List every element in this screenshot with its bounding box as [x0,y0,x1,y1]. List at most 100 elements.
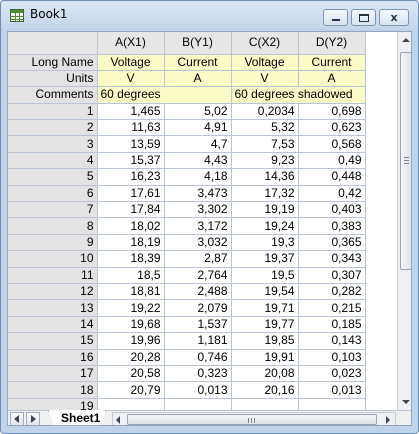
data-cell[interactable]: 0,49 [298,152,366,170]
row-header[interactable]: 3 [8,135,98,153]
data-cell[interactable]: 0,343 [298,250,366,268]
data-cell[interactable]: 0,185 [298,316,366,334]
data-cell[interactable]: 16,23 [97,168,165,186]
data-cell[interactable]: 2,488 [164,283,232,301]
data-cell[interactable]: 0,2034 [231,103,299,121]
data-cell[interactable]: 19,91 [231,349,299,366]
data-cell[interactable]: 2,079 [164,299,232,317]
data-cell[interactable]: 0,215 [298,299,366,317]
select-all-corner[interactable] [8,32,98,55]
data-cell[interactable]: 5,02 [164,103,232,121]
data-cell[interactable]: 4,7 [164,135,232,153]
data-cell[interactable]: 19,19 [231,201,299,219]
data-cell[interactable]: 0,143 [298,332,366,350]
data-cell[interactable]: 9,23 [231,152,299,170]
column-header-b[interactable]: B(Y1) [164,32,232,55]
row-label-units[interactable]: Units [8,70,98,88]
data-cell[interactable]: 0,282 [298,283,366,301]
data-cell[interactable]: 17,84 [97,201,165,219]
data-cell[interactable]: 0,023 [298,365,366,383]
column-header-a[interactable]: A(X1) [97,32,165,55]
row-header[interactable]: 7 [8,201,98,219]
vertical-scrollbar[interactable] [397,32,411,410]
close-button[interactable]: x [379,9,409,26]
row-header[interactable]: 5 [8,168,98,186]
title-bar[interactable]: Book1 x [1,1,418,29]
data-cell[interactable]: 7,53 [231,135,299,153]
data-cell[interactable]: 19,24 [231,217,299,235]
next-sheet-button[interactable] [26,412,40,425]
data-cell[interactable]: 0,013 [164,381,232,399]
data-cell[interactable]: 20,28 [97,349,165,366]
data-cell[interactable]: 20,79 [97,381,165,399]
row-header[interactable]: 9 [8,234,98,252]
data-cell[interactable]: 4,91 [164,119,232,137]
scroll-left-icon[interactable] [116,416,120,424]
column-header-c[interactable]: C(X2) [231,32,299,55]
data-cell[interactable]: 5,32 [231,119,299,137]
row-header[interactable]: 12 [8,283,98,301]
data-cell[interactable]: 20,16 [231,381,299,399]
units-cell[interactable]: V [97,70,165,88]
row-header[interactable]: 17 [8,365,98,383]
horizontal-scrollbar[interactable] [112,412,396,425]
data-cell[interactable]: 1,537 [164,316,232,334]
data-cell[interactable]: 3,172 [164,217,232,235]
data-cell[interactable]: 19,22 [97,299,165,317]
data-cell[interactable]: 1,465 [97,103,165,121]
long-name-cell[interactable]: Voltage [231,54,299,71]
units-cell[interactable]: V [231,70,299,88]
data-cell[interactable]: 20,08 [231,365,299,383]
data-cell[interactable]: 18,19 [97,234,165,252]
data-cell[interactable]: 0,383 [298,217,366,235]
data-cell[interactable]: 2,764 [164,267,232,284]
row-header[interactable]: 4 [8,152,98,170]
data-cell[interactable]: 0,365 [298,234,366,252]
data-cell[interactable]: 4,18 [164,168,232,186]
column-header-d[interactable]: D(Y2) [298,32,366,55]
comments-cell[interactable]: 60 degrees shadowed [231,86,366,104]
data-cell[interactable]: 17,32 [231,185,299,203]
row-header[interactable]: 11 [8,267,98,284]
horizontal-scroll-thumb[interactable] [127,414,377,425]
data-cell[interactable]: 0,013 [298,381,366,399]
minimize-button[interactable] [323,9,348,26]
data-cell[interactable]: 3,473 [164,185,232,203]
data-cell[interactable]: 18,39 [97,250,165,268]
maximize-button[interactable] [351,9,376,26]
data-cell[interactable]: 14,36 [231,168,299,186]
data-cell[interactable]: 0,746 [164,349,232,366]
long-name-cell[interactable]: Voltage [97,54,165,71]
data-cell[interactable]: 19,37 [231,250,299,268]
row-header[interactable]: 1 [8,103,98,121]
data-cell[interactable]: 0,448 [298,168,366,186]
data-cell[interactable]: 4,43 [164,152,232,170]
data-cell[interactable]: 0,307 [298,267,366,284]
data-cell[interactable]: 11,63 [97,119,165,137]
long-name-cell[interactable]: Current [298,54,366,71]
row-header[interactable]: 6 [8,185,98,203]
data-cell[interactable]: 19,5 [231,267,299,284]
data-cell[interactable]: 13,59 [97,135,165,153]
scroll-right-icon[interactable] [386,416,390,424]
data-cell[interactable]: 17,61 [97,185,165,203]
scroll-up-icon[interactable] [402,38,410,42]
resize-grip[interactable] [397,412,411,425]
data-cell[interactable]: 0,103 [298,349,366,366]
units-cell[interactable]: A [164,70,232,88]
data-cell[interactable]: 0,623 [298,119,366,137]
data-cell[interactable]: 19,54 [231,283,299,301]
data-cell[interactable]: 2,87 [164,250,232,268]
data-cell[interactable]: 19,71 [231,299,299,317]
scroll-down-icon[interactable] [402,400,410,404]
data-cell[interactable]: 19,85 [231,332,299,350]
data-cell[interactable]: 0,568 [298,135,366,153]
units-cell[interactable]: A [298,70,366,88]
sheet-tab[interactable]: Sheet1 [48,410,106,425]
data-cell[interactable]: 19,68 [97,316,165,334]
row-header[interactable]: 8 [8,217,98,235]
row-header[interactable]: 15 [8,332,98,350]
row-label-long-name[interactable]: Long Name [8,54,98,71]
long-name-cell[interactable]: Current [164,54,232,71]
data-cell[interactable]: 20,58 [97,365,165,383]
